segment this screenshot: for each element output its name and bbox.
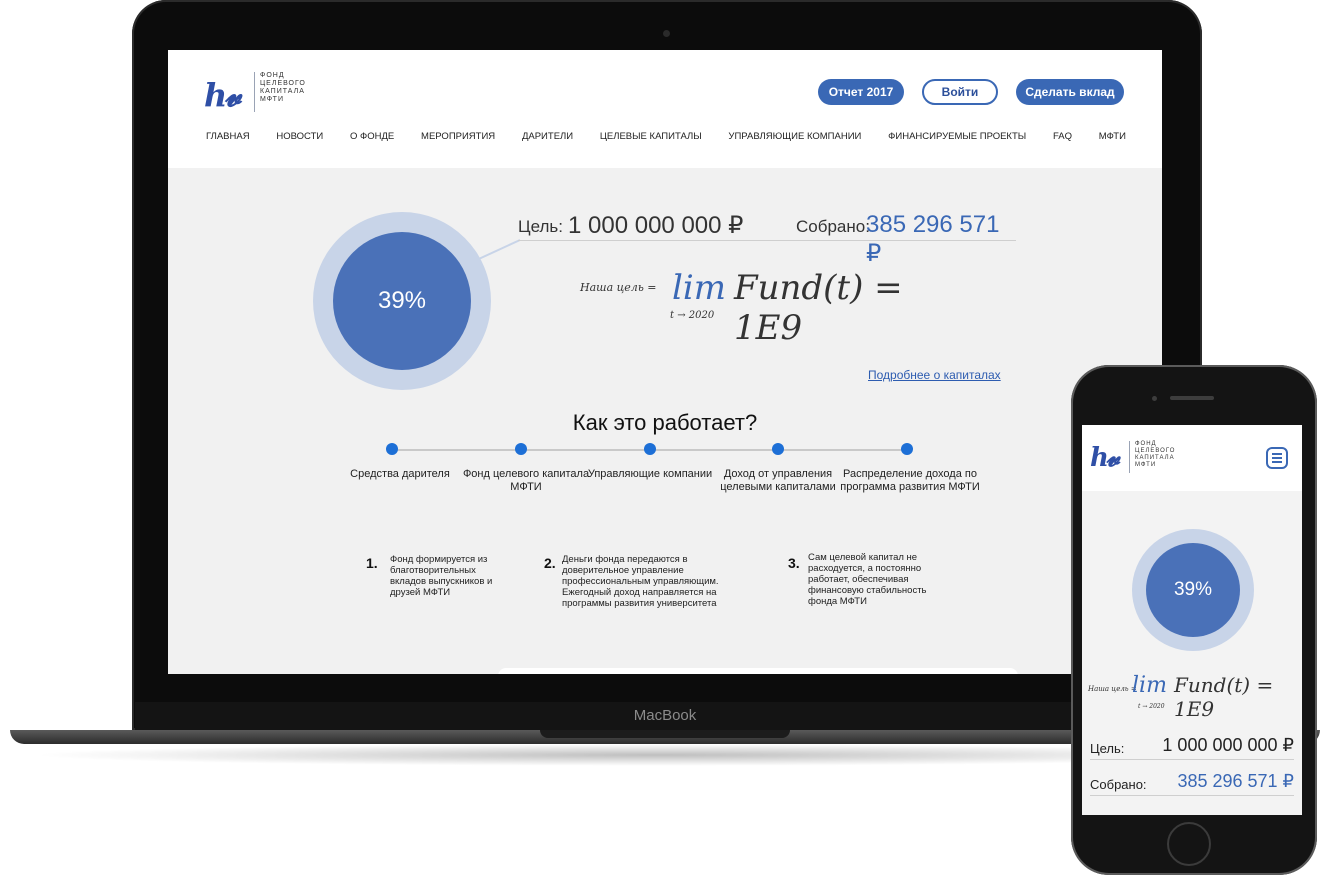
mobile-logo-text: ФОНД ЦЕЛЕВОГО КАПИТАЛА МФТИ: [1135, 441, 1185, 469]
logo-text: ФОНД ЦЕЛЕВОГО КАПИТАЛА МФТИ: [260, 72, 320, 104]
logo-icon[interactable]: h𝓿: [204, 76, 241, 115]
step-label: Управляющие компании: [587, 468, 713, 480]
logo-line: КАПИТАЛА: [1135, 455, 1175, 461]
goal-formula: Наша цель = lim Fund(t) = 1E9 t → 2020: [580, 268, 980, 348]
laptop-brand-label: MacBook: [633, 707, 697, 724]
login-button[interactable]: Войти: [922, 79, 998, 105]
point-number: 1.: [366, 555, 378, 571]
progress-percent: 39%: [333, 232, 471, 370]
step-label: Средства дарителя: [350, 468, 450, 480]
nav-item-home[interactable]: ГЛАВНАЯ: [206, 131, 250, 142]
mobile-goal-formula: Наша цель = lim Fund(t) = 1E9 t → 2020: [1088, 673, 1302, 721]
nav-item-news[interactable]: НОВОСТИ: [276, 131, 323, 142]
step-dot: [772, 443, 784, 455]
nav-item-events[interactable]: МЕРОПРИЯТИЯ: [421, 131, 495, 142]
goal-value: 1 000 000 000 ₽: [1162, 735, 1294, 755]
phone-camera: [1152, 396, 1157, 401]
step-dot: [386, 443, 398, 455]
point-number: 2.: [544, 555, 556, 571]
raised-label: Собрано:: [1090, 777, 1147, 792]
raised-value: 385 296 571 ₽: [866, 211, 1000, 267]
step-label: Распределение дохода по программа развит…: [840, 468, 980, 493]
logo-line: ЦЕЛЕВОГО: [1135, 448, 1176, 454]
point-number: 3.: [788, 555, 800, 571]
step-label: Фонд целевого капитала МФТИ: [462, 468, 590, 493]
formula-prefix: Наша цель =: [580, 281, 657, 294]
more-about-capitals-link[interactable]: Подробнее о капиталах: [868, 368, 1001, 382]
donate-button[interactable]: Сделать вклад: [1016, 79, 1124, 105]
formula-expression: Fund(t) = 1E9: [734, 268, 903, 348]
mobile-raised-row: Собрано: 385 296 571 ₽: [1090, 767, 1294, 796]
logo-line: ЦЕЛЕВОГО: [260, 80, 306, 87]
report-2017-button[interactable]: Отчет 2017: [818, 79, 904, 105]
raised-label: Собрано:: [796, 217, 870, 236]
point-text: Сам целевой капитал не расходуется, а по…: [808, 552, 927, 607]
nav-item-funded-projects[interactable]: ФИНАНСИРУЕМЫЕ ПРОЕКТЫ: [888, 131, 1026, 142]
mobile-logo-divider: [1129, 441, 1130, 473]
laptop-notch: [540, 730, 790, 738]
hamburger-menu-icon[interactable]: [1266, 447, 1288, 469]
main-nav: ГЛАВНАЯ НОВОСТИ О ФОНДЕ МЕРОПРИЯТИЯ ДАРИ…: [206, 131, 1126, 142]
nav-item-about[interactable]: О ФОНДЕ: [350, 131, 394, 142]
laptop-screen: h𝓿 ФОНД ЦЕЛЕВОГО КАПИТАЛА МФТИ Отчет 201…: [168, 50, 1162, 674]
step-dot: [644, 443, 656, 455]
site-header: h𝓿 ФОНД ЦЕЛЕВОГО КАПИТАЛА МФТИ Отчет 201…: [168, 50, 1162, 168]
logo-line: МФТИ: [1135, 462, 1157, 468]
point-text: Деньги фонда передаются в доверительное …: [562, 554, 719, 609]
goal-label: Цель:: [1090, 741, 1125, 756]
phone-home-button[interactable]: [1167, 822, 1211, 866]
formula-lim: lim: [1132, 673, 1167, 698]
formula-subscript: t → 2020: [1138, 703, 1165, 710]
laptop-camera: [663, 30, 670, 37]
mobile-goal-row: Цель: 1 000 000 000 ₽: [1090, 731, 1294, 760]
goal-value: 1 000 000 000 ₽: [568, 212, 744, 239]
logo-line: МФТИ: [260, 96, 284, 103]
logo-line: ФОНД: [260, 72, 285, 79]
mobile-header: h𝓿 ФОНД ЦЕЛЕВОГО КАПИТАЛА МФТИ: [1082, 425, 1302, 491]
phone-speaker: [1170, 396, 1214, 400]
logo-divider: [254, 72, 255, 112]
how-it-works-title: Как это работает?: [572, 410, 758, 435]
logo-line: ФОНД: [1135, 441, 1157, 447]
nav-item-faq[interactable]: FAQ: [1053, 131, 1072, 142]
raised-value: 385 296 571 ₽: [1177, 771, 1294, 791]
formula-prefix: Наша цель =: [1088, 685, 1137, 693]
nav-item-endowments[interactable]: ЦЕЛЕВЫЕ КАПИТАЛЫ: [600, 131, 702, 142]
step-dot: [515, 443, 527, 455]
mobile-progress-percent: 39%: [1146, 543, 1240, 637]
next-section-card: [498, 668, 1018, 674]
goal-label: Цель:: [518, 217, 563, 236]
formula-expression: Fund(t) = 1E9: [1174, 673, 1274, 721]
step-dot: [901, 443, 913, 455]
point-text: Фонд формируется из благотворительных вк…: [390, 554, 493, 598]
formula-subscript: t → 2020: [670, 310, 715, 321]
phone-screen: h𝓿 ФОНД ЦЕЛЕВОГО КАПИТАЛА МФТИ 39% Наша …: [1082, 425, 1302, 815]
goal-row: Цель: 1 000 000 000 ₽ Собрано: 385 296 5…: [518, 210, 1016, 267]
logo-line: КАПИТАЛА: [260, 88, 305, 95]
nav-item-mipt[interactable]: МФТИ: [1099, 131, 1126, 142]
formula-lim: lim: [672, 268, 726, 308]
step-label: Доход от управления целевыми капиталами: [720, 468, 836, 493]
nav-item-donors[interactable]: ДАРИТЕЛИ: [522, 131, 573, 142]
nav-item-management-companies[interactable]: УПРАВЛЯЮЩИЕ КОМПАНИИ: [728, 131, 861, 142]
mobile-logo-icon[interactable]: h𝓿: [1090, 443, 1120, 474]
